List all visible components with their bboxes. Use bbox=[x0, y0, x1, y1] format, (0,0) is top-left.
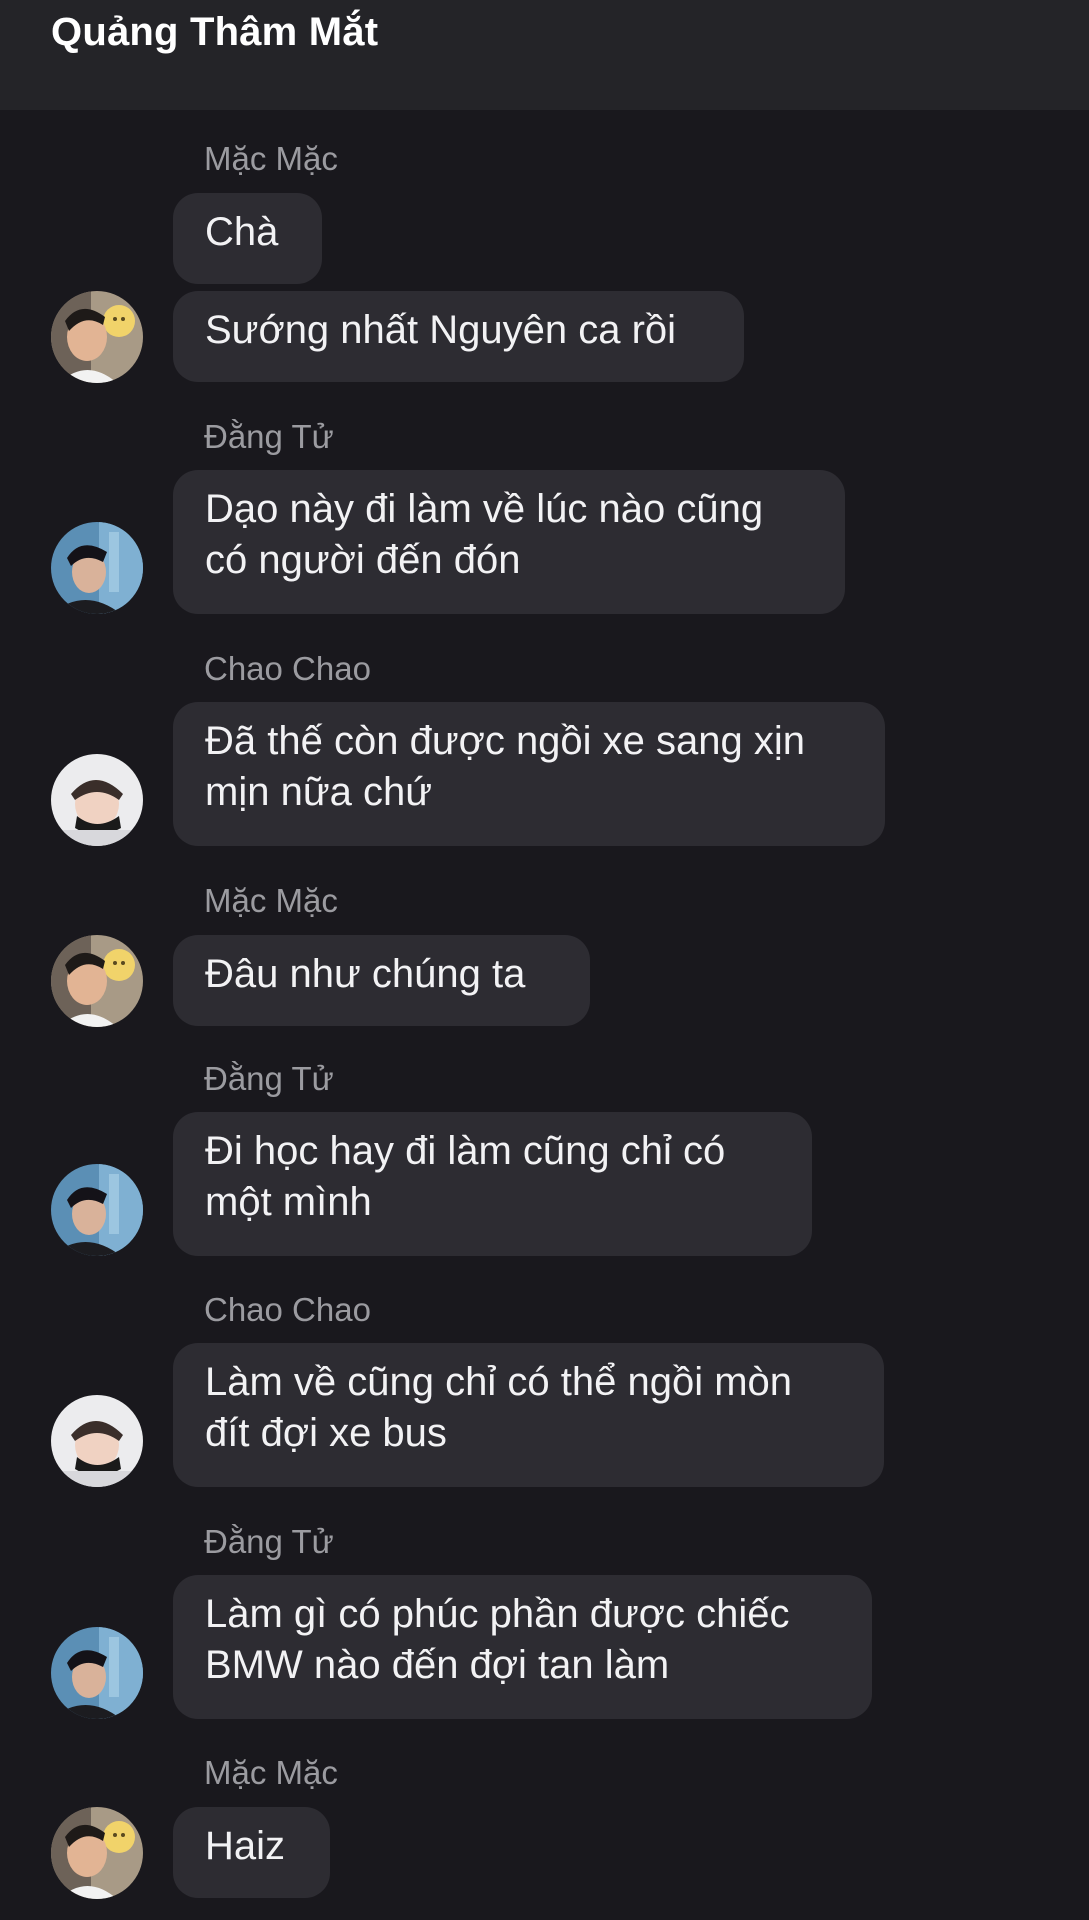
message-text: Đã thế còn được ngồi xe sang xịn bbox=[205, 719, 806, 763]
group-title[interactable]: Quảng Thâm Mắt bbox=[51, 10, 378, 55]
avatar-dang-tu[interactable] bbox=[51, 1164, 143, 1256]
sender-name: Mặc Mặc bbox=[204, 1754, 338, 1791]
message-text: Làm về cũng chỉ có thể ngồi mòn bbox=[205, 1360, 793, 1404]
message-text: một mình bbox=[205, 1180, 372, 1224]
avatar-mac-mac[interactable] bbox=[51, 1807, 143, 1899]
message-bubble[interactable]: Dạo này đi làm về lúc nào cũng có người … bbox=[173, 470, 845, 614]
avatar-mac-mac[interactable] bbox=[51, 935, 143, 1027]
message-text: Đâu như chúng ta bbox=[205, 952, 526, 996]
sender-name: Mặc Mặc bbox=[204, 882, 338, 919]
avatar-mac-mac[interactable] bbox=[51, 291, 143, 383]
message-bubble[interactable]: Sướng nhất Nguyên ca rồi bbox=[173, 291, 744, 382]
sender-name: Chao Chao bbox=[204, 650, 371, 687]
sender-name: Mặc Mặc bbox=[204, 140, 338, 177]
message-text: Làm gì có phúc phần được chiếc bbox=[205, 1592, 790, 1636]
avatar-chao-chao[interactable] bbox=[51, 1395, 143, 1487]
message-text: mịn nữa chứ bbox=[205, 770, 432, 814]
message-text: Đi học hay đi làm cũng chỉ có bbox=[205, 1129, 726, 1173]
avatar-dang-tu[interactable] bbox=[51, 1627, 143, 1719]
message-bubble[interactable]: Đâu như chúng ta bbox=[173, 935, 590, 1026]
message-text: Chà bbox=[205, 210, 279, 254]
message-text: Dạo này đi làm về lúc nào cũng bbox=[205, 487, 764, 531]
message-text: Haiz bbox=[205, 1824, 286, 1868]
message-text: BMW nào đến đợi tan làm bbox=[205, 1643, 670, 1687]
message-bubble[interactable]: Chà bbox=[173, 193, 322, 284]
message-text: có người đến đón bbox=[205, 538, 521, 582]
sender-name: Đằng Tử bbox=[204, 418, 334, 455]
avatar-dang-tu[interactable] bbox=[51, 522, 143, 614]
avatar-chao-chao[interactable] bbox=[51, 754, 143, 846]
message-bubble[interactable]: Làm gì có phúc phần được chiếc BMW nào đ… bbox=[173, 1575, 872, 1719]
message-text: Sướng nhất Nguyên ca rồi bbox=[205, 308, 677, 352]
sender-name: Đằng Tử bbox=[204, 1523, 334, 1560]
sender-name: Đằng Tử bbox=[204, 1060, 334, 1097]
sender-name: Chao Chao bbox=[204, 1291, 371, 1328]
message-bubble[interactable]: Làm về cũng chỉ có thể ngồi mòn đít đợi … bbox=[173, 1343, 884, 1487]
chat-header: Quảng Thâm Mắt bbox=[0, 0, 1089, 110]
message-text: đít đợi xe bus bbox=[205, 1411, 447, 1455]
message-bubble[interactable]: Haiz bbox=[173, 1807, 330, 1898]
message-bubble[interactable]: Đã thế còn được ngồi xe sang xịn mịn nữa… bbox=[173, 702, 885, 846]
message-bubble[interactable]: Đi học hay đi làm cũng chỉ có một mình bbox=[173, 1112, 812, 1256]
